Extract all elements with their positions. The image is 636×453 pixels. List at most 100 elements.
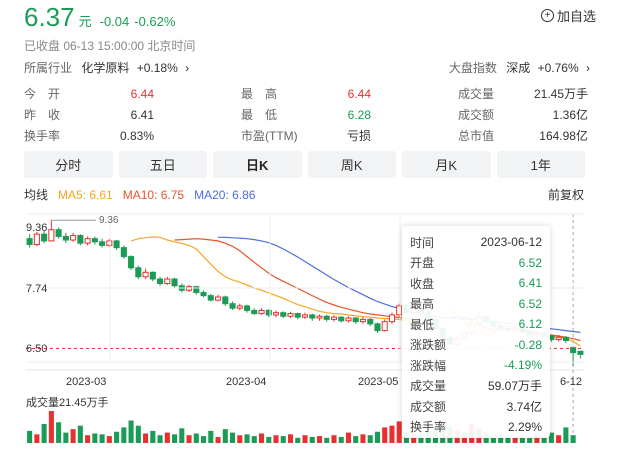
candle-body: [62, 235, 69, 241]
volume-bar: [353, 436, 359, 443]
candle-body: [338, 316, 345, 322]
volume-bar: [251, 436, 257, 443]
candle: [215, 294, 222, 302]
volume-bar: [150, 430, 156, 443]
candle-body: [113, 240, 120, 249]
tooltip-row: 换手率 2.29%: [410, 417, 542, 438]
volume-bar: [41, 423, 47, 443]
candle-body: [345, 317, 352, 322]
y-axis-label: 7.74: [26, 283, 47, 295]
candle: [106, 238, 113, 248]
candle-body: [562, 336, 569, 341]
volume-bar: [157, 435, 163, 443]
candle-body: [388, 314, 395, 323]
tooltip-row: 开盘 6.52: [410, 253, 542, 274]
volume-bar: [201, 436, 207, 443]
tooltip-label: 时间: [410, 235, 435, 250]
volume-bar: [345, 432, 352, 443]
candle: [91, 236, 98, 245]
candle: [55, 227, 62, 239]
y-axis-label: 9.36: [26, 222, 47, 234]
candle-body: [367, 318, 374, 325]
candle: [316, 314, 323, 321]
candle: [26, 234, 33, 248]
candle-body: [316, 315, 323, 319]
candle: [396, 303, 403, 318]
tooltip-value: -0.28: [514, 337, 542, 352]
candle: [367, 318, 374, 327]
volume-label: 成交量21.45万手: [26, 395, 109, 409]
candle-body: [374, 323, 381, 332]
volume-bar: [266, 436, 272, 443]
candle-body: [555, 336, 562, 341]
volume-bar: [27, 430, 33, 443]
candle: [338, 316, 345, 323]
candle: [388, 312, 395, 324]
volume-bar: [302, 435, 308, 443]
candle: [287, 311, 294, 319]
volume-bar: [244, 434, 250, 443]
tooltip-row: 最低 6.12: [410, 314, 542, 335]
volume-bar: [179, 428, 185, 443]
volume-bar: [128, 420, 134, 443]
candle: [562, 335, 569, 344]
volume-bar: [77, 425, 83, 443]
tooltip-value: 6.41: [518, 276, 542, 291]
volume-bar: [99, 434, 105, 443]
tooltip-row: 涨跌幅 -4.19%: [410, 355, 542, 376]
volume-bar: [114, 431, 120, 443]
tooltip-row: 成交额 3.74亿: [410, 396, 542, 417]
candle-body: [120, 247, 127, 258]
candle-body: [323, 315, 330, 320]
candle: [200, 290, 207, 298]
tooltip-label: 涨跌额: [410, 338, 447, 353]
tooltip-value: 59.07万手: [487, 379, 542, 394]
volume-bar: [172, 434, 178, 443]
tooltip-value: 2023-06-12: [480, 235, 542, 250]
volume-bar: [309, 436, 315, 443]
x-axis-label: 2023-04: [226, 376, 266, 388]
candle: [33, 231, 40, 247]
volume-bar: [215, 436, 221, 443]
candle-body: [287, 313, 294, 317]
candle: [120, 245, 127, 259]
candle-body: [157, 278, 164, 285]
volume-bar: [48, 411, 54, 443]
volume-bar: [389, 425, 395, 443]
volume-bar: [527, 437, 533, 443]
volume-bar: [229, 432, 236, 443]
candle: [294, 312, 301, 320]
candle: [70, 232, 77, 242]
volume-bar: [273, 435, 279, 443]
candle: [149, 271, 156, 282]
candle: [381, 319, 388, 332]
candle-body: [381, 321, 388, 332]
candle: [301, 312, 309, 319]
candle-body: [84, 238, 91, 244]
tooltip-label: 最高: [410, 297, 435, 312]
volume-bar: [56, 422, 62, 443]
candle-body: [236, 305, 243, 309]
candle-tooltip: 时间 2023-06-12 开盘 6.52 收盘 6.41 最高 6.52 最低 6.12 涨跌额 -…: [402, 226, 550, 438]
volume-bar: [295, 437, 301, 443]
volume-bar: [374, 431, 381, 443]
volume-bar: [222, 429, 228, 443]
candle: [171, 277, 178, 288]
candle: [193, 285, 200, 295]
candle: [62, 232, 69, 244]
tooltip-label: 最低: [410, 317, 435, 332]
candle: [236, 303, 243, 311]
candle: [345, 316, 352, 323]
candle: [570, 347, 577, 366]
tooltip-label: 开盘: [410, 256, 435, 271]
candle-body: [171, 278, 178, 287]
volume-bar: [280, 436, 286, 443]
candle-body: [128, 256, 135, 269]
candle-body: [222, 296, 229, 305]
candle-body: [33, 233, 40, 245]
volume-bar: [563, 427, 569, 443]
candle: [229, 301, 236, 310]
candle: [251, 308, 258, 315]
tooltip-row: 最高 6.52: [410, 294, 542, 315]
candle-body: [570, 347, 577, 354]
